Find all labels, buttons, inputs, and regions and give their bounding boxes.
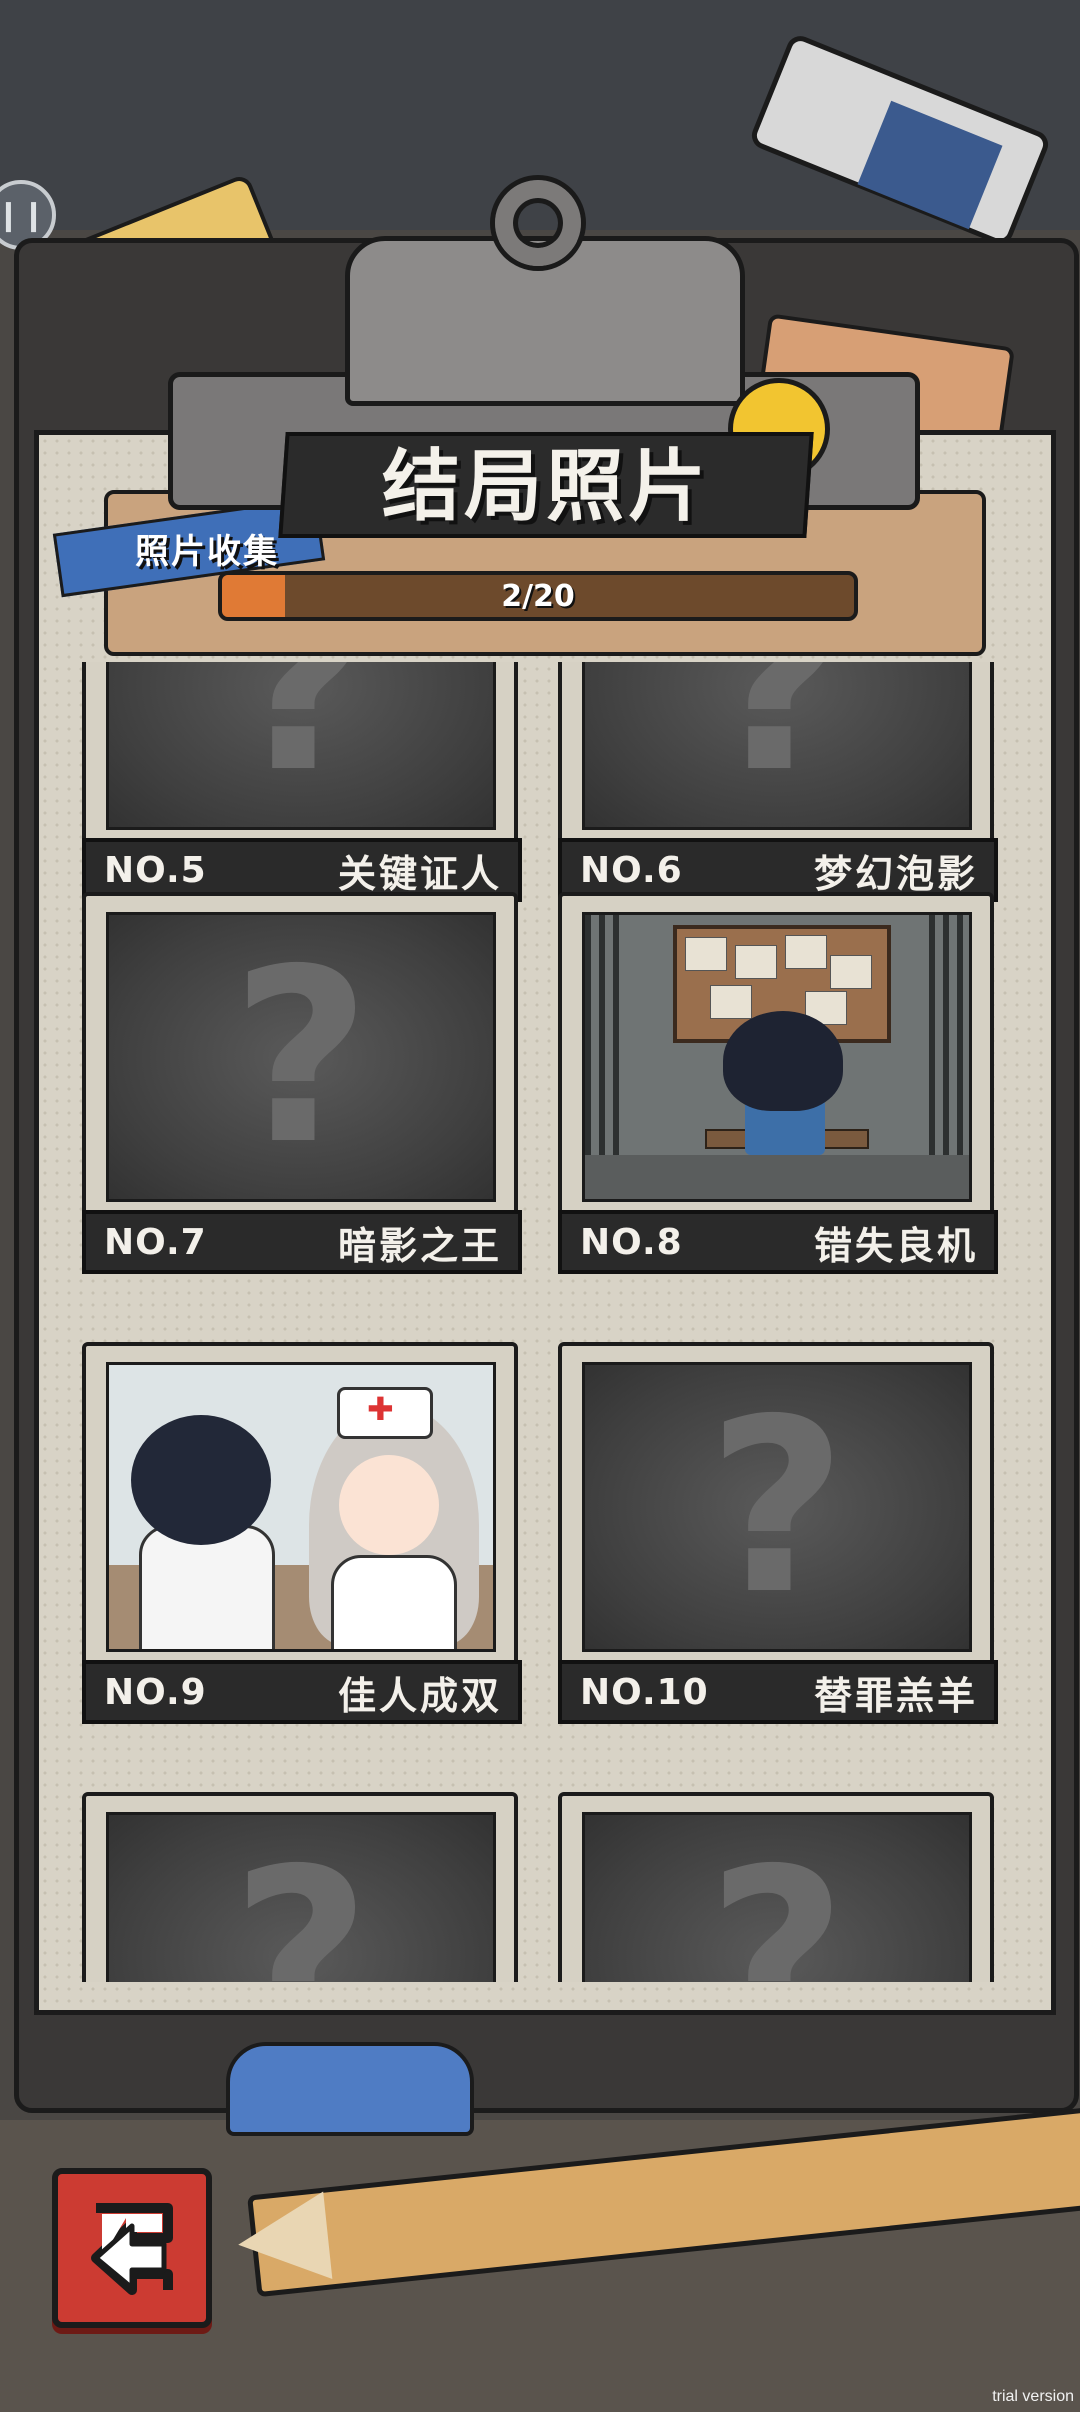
- exit-arrow-icon: [91, 2203, 173, 2295]
- doctor-head: [131, 1415, 271, 1545]
- collection-progress-bar: 2/20: [218, 571, 858, 621]
- progress-text: 2/20: [501, 578, 575, 614]
- photo-name: 关键证人: [337, 851, 502, 896]
- notice-paper: [830, 955, 872, 989]
- photo-frame: ?: [106, 1812, 496, 1982]
- paper-scrap-decoration: [226, 2042, 474, 2136]
- photo-frame: ?: [106, 662, 496, 830]
- cell-floor: [585, 1155, 969, 1199]
- ending-photo-cell: [582, 912, 972, 1202]
- nurse-face: [339, 1455, 439, 1555]
- photo-number: NO.6: [580, 849, 683, 891]
- photo-number: NO.9: [104, 1671, 207, 1713]
- photo-caption: NO.10 替罪羔羊: [558, 1660, 998, 1724]
- notice-paper: [685, 937, 727, 971]
- prisoner-head: [723, 1011, 843, 1111]
- page-title: 结局照片: [381, 442, 710, 532]
- photo-caption: NO.7 暗影之王: [82, 1210, 522, 1274]
- photo-name: 佳人成双: [337, 1673, 502, 1718]
- question-mark-icon: ?: [707, 1817, 847, 1982]
- photo-caption: NO.9 佳人成双: [82, 1660, 522, 1724]
- photo-card[interactable]: ?: [82, 1792, 518, 1982]
- photo-name: 暗影之王: [337, 1223, 502, 1268]
- photo-number: NO.8: [580, 1221, 683, 1263]
- photo-grid[interactable]: ? NO.5 关键证人 ? NO.6 梦幻泡影 ? NO.7 暗影之王 NO.8…: [60, 662, 1020, 1982]
- photo-name: 替罪羔羊: [813, 1673, 978, 1718]
- clip-ring: [495, 180, 581, 266]
- photo-name: 梦幻泡影: [813, 851, 978, 896]
- ending-photo-hospital: ✚: [106, 1362, 496, 1652]
- notice-paper: [735, 945, 777, 979]
- photo-frame: ?: [106, 912, 496, 1202]
- red-cross-icon: ✚: [367, 1390, 394, 1428]
- photo-number: NO.7: [104, 1221, 207, 1263]
- photo-name: 错失良机: [813, 1223, 978, 1268]
- notice-paper: [710, 985, 752, 1019]
- photo-card[interactable]: ✚ NO.9 佳人成双: [82, 1342, 522, 1724]
- notice-paper: [785, 935, 827, 969]
- question-mark-icon: ?: [231, 662, 371, 825]
- photo-caption: NO.8 错失良机: [558, 1210, 998, 1274]
- nurse-body: [331, 1555, 457, 1649]
- photo-number: NO.5: [104, 849, 207, 891]
- pin-glyph: ❙❙: [0, 197, 47, 233]
- question-mark-icon: ?: [231, 917, 371, 1197]
- photo-card[interactable]: ? NO.6 梦幻泡影: [558, 662, 998, 902]
- question-mark-icon: ?: [231, 1817, 371, 1982]
- photo-card[interactable]: ?: [558, 1792, 994, 1982]
- collection-label: 照片收集: [135, 532, 279, 572]
- watermark: trial version: [992, 2388, 1074, 2405]
- photo-card[interactable]: ? NO.7 暗影之王: [82, 892, 522, 1274]
- photo-number: NO.10: [580, 1671, 709, 1713]
- photo-card[interactable]: NO.8 错失良机: [558, 892, 998, 1274]
- exit-button[interactable]: [52, 2168, 212, 2328]
- photo-frame: ?: [582, 662, 972, 830]
- pencil-tip-decoration: [233, 2191, 333, 2289]
- question-mark-icon: ?: [707, 662, 847, 825]
- photo-card[interactable]: ? NO.10 替罪羔羊: [558, 1342, 998, 1724]
- photo-frame: ?: [582, 1362, 972, 1652]
- photo-card[interactable]: ? NO.5 关键证人: [82, 662, 522, 902]
- question-mark-icon: ?: [707, 1367, 847, 1647]
- photo-frame: ?: [582, 1812, 972, 1982]
